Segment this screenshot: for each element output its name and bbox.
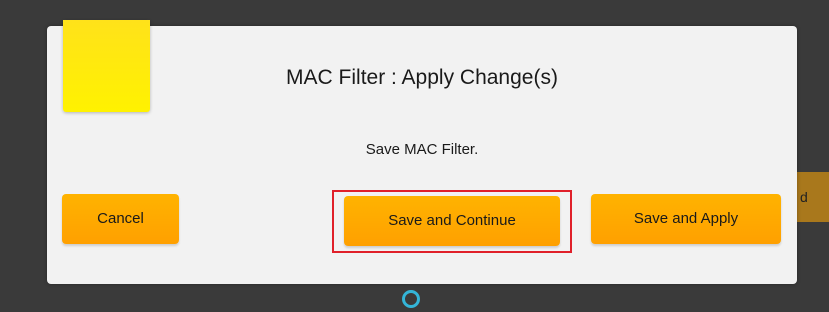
refresh-icon bbox=[402, 290, 420, 308]
dialog-message: Save MAC Filter. bbox=[365, 141, 479, 158]
apply-changes-dialog: MAC Filter : Apply Change(s) Save MAC Fi… bbox=[47, 20, 797, 284]
highlight-box bbox=[332, 190, 572, 253]
dialog-title: MAC Filter : Apply Change(s) bbox=[286, 66, 558, 89]
cancel-button[interactable]: Cancel bbox=[62, 194, 179, 244]
save-and-apply-button[interactable]: Save and Apply bbox=[591, 194, 781, 244]
